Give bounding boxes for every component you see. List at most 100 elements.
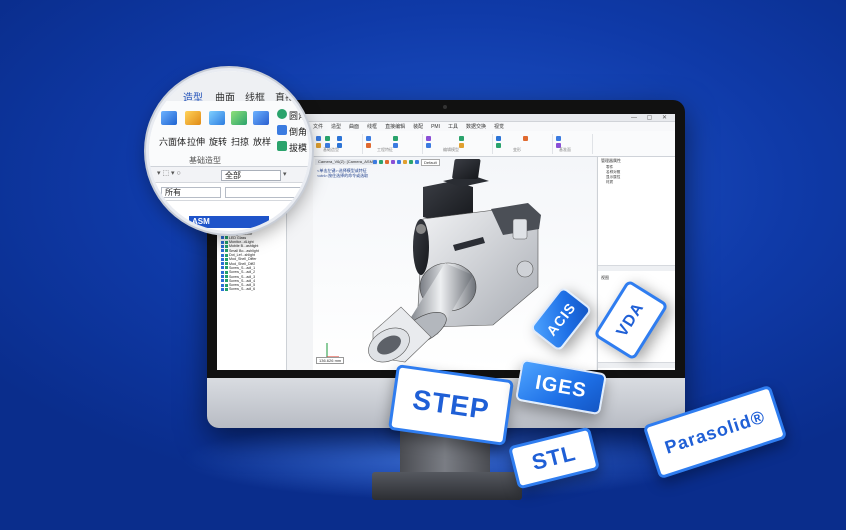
hexahedron-icon[interactable]: [161, 111, 177, 125]
part-icon: [225, 249, 228, 253]
ribbon-toolbar: 圆角 倒角 拔模 六面体 拉伸 旋转 扫掠 放样: [149, 101, 309, 167]
tree-item[interactable]: Screw_S...adl_6: [221, 287, 255, 291]
menu-item[interactable]: 工具: [448, 123, 458, 130]
hexahedron-label[interactable]: 六面体: [159, 135, 186, 148]
ribbon-group-label: 变形: [513, 147, 521, 152]
revolve-icon[interactable]: [209, 111, 225, 125]
checkbox-icon[interactable]: [221, 236, 224, 240]
format-label: STL: [529, 439, 579, 476]
ribbon-group-datum: 基准面: [553, 134, 593, 154]
checkbox-icon[interactable]: [221, 253, 224, 257]
window-controls[interactable]: — ▢ ✕: [631, 114, 671, 122]
checkbox-icon[interactable]: [221, 244, 224, 248]
menu-item[interactable]: 文件: [313, 123, 323, 130]
webcam-dot: [443, 105, 447, 109]
ribbon-group-deform: 变形: [493, 134, 553, 154]
menu-item[interactable]: 造型: [331, 123, 341, 130]
part-icon: [225, 262, 228, 266]
tool-icon[interactable]: [316, 136, 321, 141]
loft-label[interactable]: 放样: [253, 135, 271, 148]
zoom-magnifier: 造型 曲面 线框 直接 圆角 倒角 拔模 六面体 拉伸 旋转 扫掠 放样 基础造…: [146, 68, 312, 234]
tree-item-label: Screw_S...adl_6: [229, 287, 256, 292]
fillet-icon[interactable]: [277, 109, 287, 119]
draft-icon[interactable]: [277, 141, 287, 151]
tool-icon[interactable]: [556, 136, 561, 141]
ribbon-group-edit: 编辑模型: [423, 134, 493, 154]
tool-icon[interactable]: [393, 143, 398, 148]
panel-section-header[interactable]: 视图: [598, 265, 675, 280]
monitor-stand-base: [372, 472, 522, 500]
format-label: STEP: [410, 383, 492, 426]
search-input[interactable]: [225, 187, 305, 198]
part-icon: [225, 266, 228, 270]
checkbox-icon[interactable]: [221, 279, 224, 283]
tool-icon[interactable]: [316, 143, 321, 148]
chamfer-label[interactable]: 倒角: [289, 125, 307, 138]
tool-icon[interactable]: [366, 136, 371, 141]
tool-icon[interactable]: [459, 143, 464, 148]
menu-item[interactable]: 曲面: [349, 123, 359, 130]
asm-node[interactable]: ASM: [189, 216, 269, 228]
format-label: ACIS: [543, 299, 579, 339]
revolve-label[interactable]: 旋转: [209, 135, 227, 148]
draft-label[interactable]: 拔模: [289, 141, 307, 154]
tool-icon[interactable]: [496, 143, 501, 148]
tool-icon[interactable]: [459, 136, 464, 141]
part-icon: [225, 244, 228, 248]
menu-item[interactable]: 直接编辑: [385, 123, 405, 130]
tool-icon[interactable]: [523, 136, 528, 141]
tool-icon[interactable]: [426, 136, 431, 141]
extrude-icon[interactable]: [185, 111, 201, 125]
part-icon: [225, 287, 228, 291]
tool-icon[interactable]: [325, 136, 330, 141]
sweep-icon[interactable]: [231, 111, 247, 125]
filter-select[interactable]: 全部: [221, 170, 281, 181]
tool-icon[interactable]: [337, 136, 342, 141]
checkbox-icon[interactable]: [221, 257, 224, 261]
ribbon-group-label: 工程特征: [377, 147, 393, 152]
chevron-down-icon[interactable]: ▾: [283, 170, 287, 178]
format-label: VDA: [613, 299, 648, 340]
checkbox-icon[interactable]: [221, 240, 224, 244]
part-icon: [225, 270, 228, 274]
ribbon-group-label: 基础造型: [189, 156, 221, 165]
part-icon: [225, 257, 228, 261]
checkbox-icon[interactable]: [221, 287, 224, 291]
tool-icon[interactable]: [393, 136, 398, 141]
panel-item[interactable]: 材质: [606, 180, 613, 185]
menu-item[interactable]: 装配: [413, 123, 423, 130]
menu-item[interactable]: 数据交换: [466, 123, 486, 130]
part-icon: [225, 236, 228, 240]
part-icon: [225, 279, 228, 283]
tool-icon[interactable]: [366, 143, 371, 148]
tool-icon[interactable]: [426, 143, 431, 148]
checkbox-icon[interactable]: [221, 275, 224, 278]
fillet-label[interactable]: 圆角: [289, 109, 307, 122]
scale-readout: 136.626 mm: [316, 357, 345, 364]
extrude-label[interactable]: 拉伸: [187, 135, 205, 148]
filter-icon[interactable]: ▾ ⬚ ▾ ○: [157, 169, 181, 177]
checkbox-icon[interactable]: [221, 266, 224, 270]
checkbox-icon[interactable]: [221, 262, 224, 266]
loft-icon[interactable]: [253, 111, 269, 125]
panel-title: 管理器属性: [601, 158, 621, 163]
ribbon-group-label: 编辑模型: [443, 147, 459, 152]
sweep-label[interactable]: 扫掠: [231, 135, 249, 148]
chamfer-icon[interactable]: [277, 125, 287, 135]
format-label: Parasolid®: [662, 405, 768, 458]
checkbox-icon[interactable]: [221, 283, 224, 287]
checkbox-icon[interactable]: [221, 270, 224, 274]
tool-icon[interactable]: [496, 136, 501, 141]
ribbon-group-features: 工程特征: [363, 134, 423, 154]
menu-item[interactable]: PMI: [431, 124, 440, 130]
part-icon: [225, 275, 228, 278]
part-icon: [225, 240, 228, 244]
menu-item[interactable]: 线框: [367, 123, 377, 130]
format-label: IGES: [533, 371, 589, 402]
search-select[interactable]: 所有: [161, 187, 221, 198]
checkbox-icon[interactable]: [221, 249, 224, 253]
panel-section-header[interactable]: 属性: [598, 362, 675, 368]
section-label: 视图: [601, 275, 609, 280]
part-icon: [225, 283, 228, 287]
menu-item[interactable]: 视觉: [494, 123, 504, 130]
